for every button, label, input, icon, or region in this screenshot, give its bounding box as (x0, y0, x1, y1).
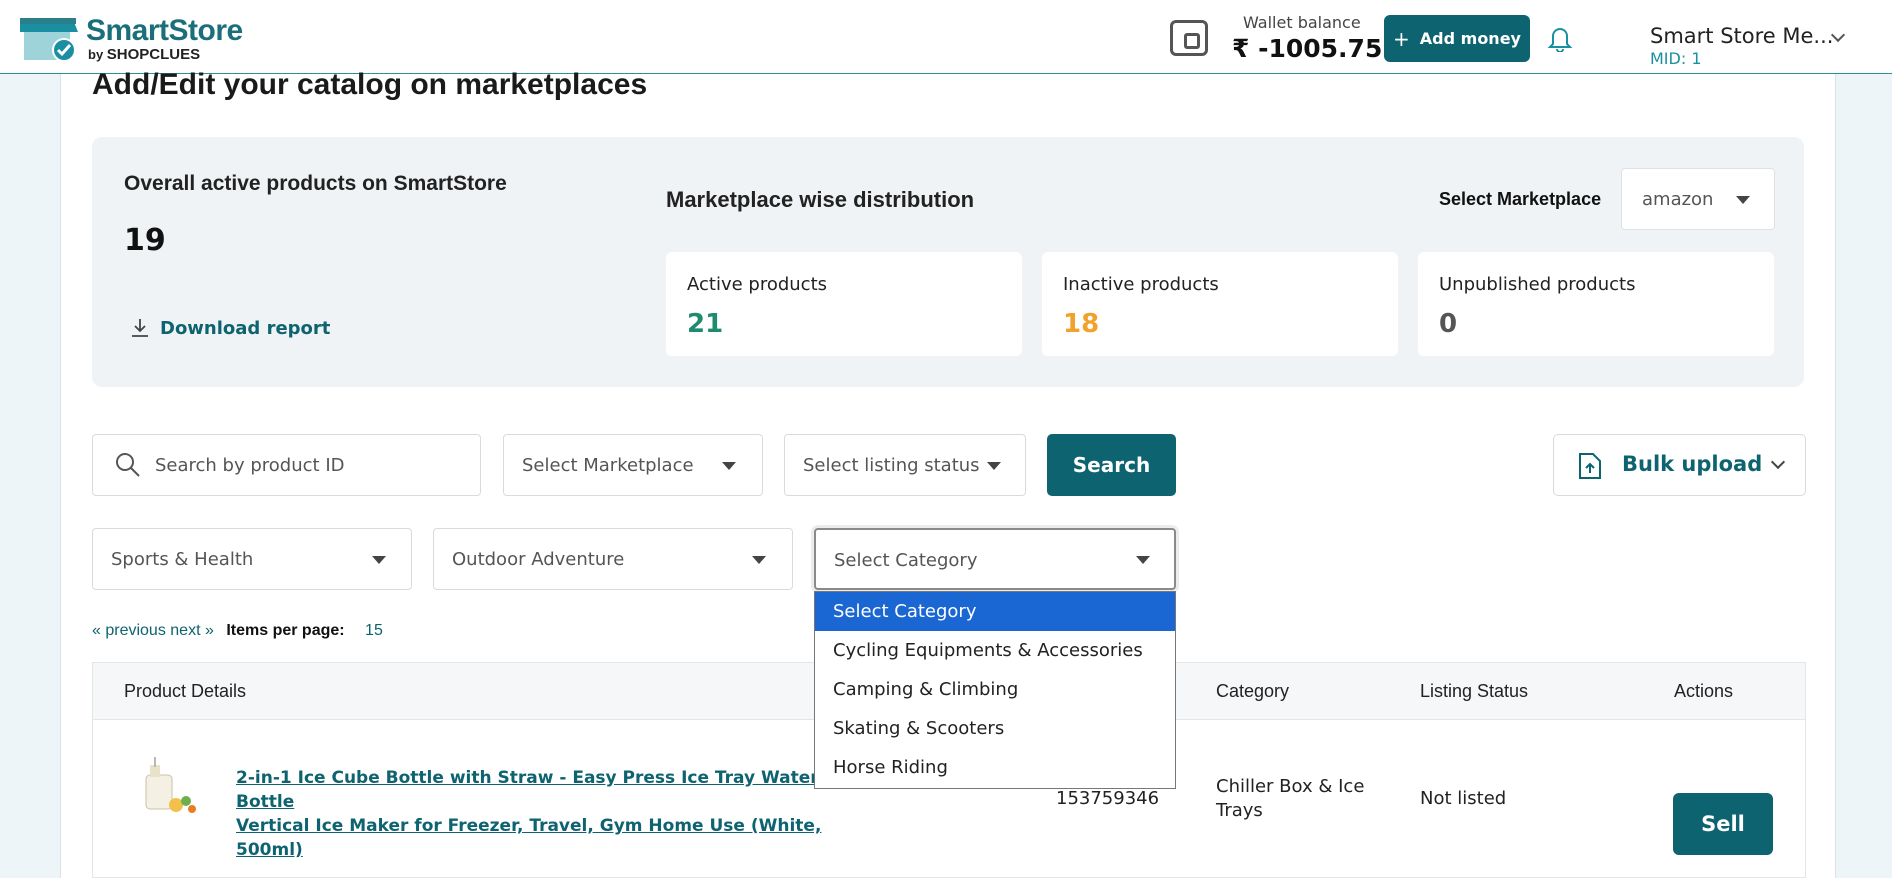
download-report-label: Download report (160, 318, 331, 339)
stat-value: 18 (1063, 309, 1100, 339)
category-level2-select[interactable]: Outdoor Adventure (433, 528, 793, 590)
product-id: 153759346 (1056, 788, 1160, 809)
plus-icon: + (1393, 26, 1410, 51)
chevron-down-icon (1770, 454, 1786, 470)
stat-label: Active products (687, 274, 828, 295)
product-title-line: Vertical Ice Maker for Freezer, Travel, … (236, 816, 822, 860)
column-header: Product Details (124, 681, 247, 701)
category-level1-select[interactable]: Sports & Health (92, 528, 412, 590)
category-dropdown-list: Select Category Cycling Equipments & Acc… (814, 591, 1176, 789)
top-header: SmartStore by SHOPCLUES Wallet balance ₹… (0, 0, 1892, 74)
sell-button[interactable]: Sell (1673, 793, 1773, 855)
product-search-input[interactable]: Search by product ID (92, 434, 481, 496)
dropdown-option[interactable]: Horse Riding (815, 748, 1175, 787)
select-marketplace-label: Select Marketplace (1439, 189, 1602, 209)
search-button[interactable]: Search (1047, 434, 1176, 496)
marketplace-filter-placeholder: Select Marketplace (522, 455, 694, 476)
stat-card-unpublished: Unpublished products 0 (1418, 252, 1774, 356)
upload-file-icon (1579, 453, 1601, 479)
merchant-mid: MID: 1 (1650, 49, 1702, 68)
caret-down-icon (1736, 196, 1750, 204)
merchant-name[interactable]: Smart Store Me... (1650, 24, 1833, 48)
download-icon (132, 319, 148, 337)
logo-subtext: by SHOPCLUES (88, 46, 200, 63)
search-placeholder: Search by product ID (155, 455, 345, 476)
wallet-icon (1170, 20, 1208, 56)
category-level3-value: Select Category (834, 550, 978, 571)
category-line: Trays (1216, 800, 1263, 821)
marketplace-filter-select[interactable]: Select Marketplace (503, 434, 763, 496)
category-level3-select[interactable]: Select Category (814, 528, 1176, 590)
caret-down-icon (987, 462, 1001, 470)
search-icon (116, 453, 140, 477)
add-money-button[interactable]: + Add money (1384, 15, 1530, 62)
category-level2-value: Outdoor Adventure (452, 549, 625, 570)
bulk-upload-button[interactable]: Bulk upload (1553, 434, 1806, 496)
listing-status-placeholder: Select listing status (803, 455, 980, 476)
pagination-bar: « previous next » Items per page: 15 (92, 622, 383, 640)
column-header: Listing Status (1420, 681, 1529, 701)
logo-brand: SHOPCLUES (106, 46, 201, 63)
notification-bell-icon[interactable] (1546, 24, 1574, 52)
stat-value: 0 (1439, 309, 1458, 339)
caret-down-icon (722, 462, 736, 470)
stat-label: Unpublished products (1439, 274, 1636, 295)
wallet-balance-amount: ₹ -1005.75 (1232, 34, 1383, 63)
smartstore-logo[interactable]: SmartStore by SHOPCLUES (20, 14, 243, 64)
overall-active-value: 19 (124, 223, 166, 258)
caret-down-icon (372, 556, 386, 564)
category-level1-value: Sports & Health (111, 549, 254, 570)
stat-value: 21 (687, 309, 724, 339)
column-header: Category (1216, 681, 1290, 701)
items-per-page-value[interactable]: 15 (365, 622, 383, 639)
listing-status-select[interactable]: Select listing status (784, 434, 1026, 496)
add-money-label: Add money (1419, 29, 1521, 48)
product-title-line: 2-in-1 Ice Cube Bottle with Straw - Easy… (236, 768, 819, 812)
product-thumbnail[interactable] (136, 757, 202, 817)
caret-down-icon (1136, 556, 1150, 564)
stat-card-inactive: Inactive products 18 (1042, 252, 1398, 356)
logo-text: SmartStore (86, 14, 243, 47)
download-report-link[interactable]: Download report (130, 317, 330, 339)
marketplace-select[interactable]: amazon (1621, 168, 1775, 230)
marketplace-distribution-title: Marketplace wise distribution (666, 187, 975, 212)
bulk-upload-label: Bulk upload (1622, 452, 1763, 476)
dropdown-option[interactable]: Select Category (815, 592, 1175, 631)
page-title: Add/Edit your catalog on marketplaces (92, 68, 648, 101)
column-header: Actions (1674, 681, 1734, 701)
summary-card: Overall active products on SmartStore 19… (92, 137, 1804, 387)
category-line: Chiller Box & Ice (1216, 776, 1365, 797)
product-category: Chiller Box & Ice Trays (1216, 775, 1364, 823)
marketplace-select-value: amazon (1642, 189, 1714, 210)
dropdown-option[interactable]: Camping & Climbing (815, 670, 1175, 709)
stat-label: Inactive products (1063, 274, 1219, 295)
logo-by: by (88, 47, 104, 62)
caret-down-icon (752, 556, 766, 564)
listing-status: Not listed (1420, 788, 1507, 809)
previous-page-link[interactable]: « previous (92, 622, 166, 639)
overall-active-label: Overall active products on SmartStore (124, 172, 507, 195)
dropdown-option[interactable]: Cycling Equipments & Accessories (815, 631, 1175, 670)
items-per-page-label: Items per page: (226, 622, 345, 639)
dropdown-option[interactable]: Skating & Scooters (815, 709, 1175, 748)
stat-card-active: Active products 21 (666, 252, 1022, 356)
product-title-link[interactable]: 2-in-1 Ice Cube Bottle with Straw - Easy… (236, 766, 856, 862)
wallet-balance-label: Wallet balance (1243, 13, 1361, 32)
store-logo-icon (20, 18, 78, 62)
next-page-link[interactable]: next » (170, 622, 214, 639)
